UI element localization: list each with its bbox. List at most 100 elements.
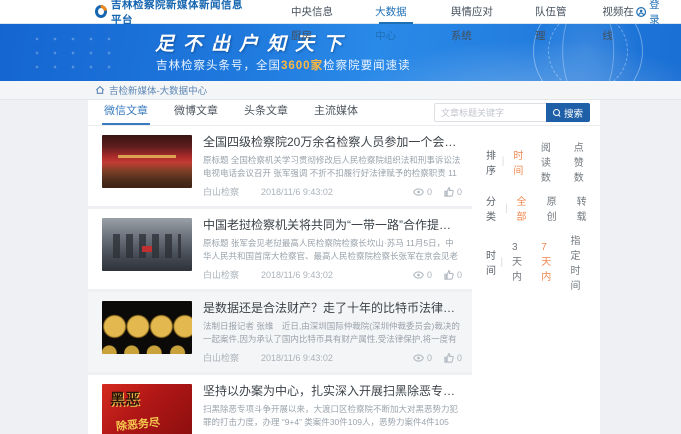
article-source: 白山检察 [203,268,239,281]
article-date: 2018/11/6 9:43:02 [261,187,333,197]
banner-subtitle-suffix: 检察院要闻速读 [323,60,411,72]
content-panel: 微信文章 微博文章 头条文章 主流媒体 搜索 全国四级检察院20万余名检察 [88,100,600,434]
filter-sort-time[interactable]: 时间 [513,147,524,177]
article-excerpt: 法制日报记者 张维 近日,由深圳国际仲裁院(深圳仲裁委员会)裁决的一起案件,因为… [203,320,462,346]
filter-category: 分类 | 全部 原创 转载 [486,193,607,223]
eye-icon [413,188,424,196]
logo[interactable]: 吉林检察院新媒体新闻信息平台 [95,0,243,27]
article-main: 坚持以办案为中心，扎实深入开展扫黑除恶专项斗争 扫黑除恶专项斗争开展以来，大渡口… [203,384,462,434]
article-list: 全国四级检察院20万余名检察人员参加一个会，就为共同做好这件大事儿！ 原标题 全… [88,126,472,434]
nav-item-opinion-response[interactable]: 舆情应对系统 [451,0,501,24]
login-button[interactable]: 登录 [636,0,667,27]
likes-count: 0 [457,187,462,197]
filter-panel: 排序 | 时间 阅读数 点赞数 分类 | 全部 原创 转载 时间 | 3天内 [472,126,607,434]
banner-subtitle: 吉林检察头条号，全国3600家检察院要闻速读 [156,57,411,73]
search-input[interactable] [434,103,546,122]
article-source: 白山检察 [203,351,239,364]
article-row[interactable]: 是数据还是合法财产？走了十年的比特币法律属性亟待明确 法制日报记者 张维 近日,… [88,292,472,375]
article-meta: 白山检察 2018/11/6 9:43:02 0 [203,268,462,281]
filter-divider: | [500,257,503,268]
breadcrumb-label: 吉检新媒体-大数据中心 [109,83,207,97]
filter-label: 分类 [486,193,503,223]
article-meta: 白山检察 2018/11/6 9:43:02 0 [203,351,462,364]
banner-subtitle-highlight: 3600家 [281,60,323,72]
top-navbar: 吉林检察院新媒体新闻信息平台 中央信息厨房 大数据中心 舆情应对系统 队伍管理 … [0,0,681,24]
tab-weibo-articles[interactable]: 微博文章 [172,102,220,125]
article-meta: 白山检察 2018/11/6 9:43:02 0 [203,185,462,198]
article-thumbnail [102,301,192,354]
nav-item-big-data-center[interactable]: 大数据中心 [375,0,417,24]
breadcrumb: 吉检新媒体-大数据中心 [0,81,681,100]
views-count: 0 [427,187,432,197]
article-source: 白山检察 [203,185,239,198]
article-title[interactable]: 是数据还是合法财产？走了十年的比特币法律属性亟待明确 [203,301,462,316]
likes-stat[interactable]: 0 [444,270,462,280]
home-icon [95,85,105,95]
filter-time-custom[interactable]: 指定时间 [570,232,589,292]
article-row[interactable]: 全国四级检察院20万余名检察人员参加一个会，就为共同做好这件大事儿！ 原标题 全… [88,126,472,209]
article-title[interactable]: 全国四级检察院20万余名检察人员参加一个会，就为共同做好这件大事儿！ [203,135,462,150]
filter-sort-reads[interactable]: 阅读数 [541,139,557,184]
filter-divider: | [502,156,505,167]
filter-divider: | [505,203,508,214]
article-date: 2018/11/6 9:43:02 [261,270,333,280]
filter-category-all[interactable]: 全部 [517,193,530,223]
article-thumbnail [102,218,192,271]
eye-icon [413,354,424,362]
article-stats: 0 0 [413,353,462,363]
thumbs-up-icon [444,187,454,197]
views-count: 0 [427,270,432,280]
views-stat: 0 [413,353,432,363]
tabs-bar: 微信文章 微博文章 头条文章 主流媒体 搜索 [88,100,600,126]
filter-label: 时间 [486,247,498,277]
article-title[interactable]: 中国老挝检察机关将共同为“一带一路”合作提供法治服务 [203,218,462,233]
thumbs-up-icon [444,270,454,280]
eye-icon [413,271,424,279]
article-main: 全国四级检察院20万余名检察人员参加一个会，就为共同做好这件大事儿！ 原标题 全… [203,135,462,198]
views-count: 0 [427,353,432,363]
search-icon [553,109,561,117]
tabs: 微信文章 微博文章 头条文章 主流媒体 [102,102,360,125]
article-thumbnail [102,384,192,434]
article-thumbnail [102,135,192,188]
article-row[interactable]: 坚持以办案为中心，扎实深入开展扫黑除恶专项斗争 扫黑除恶专项斗争开展以来，大渡口… [88,375,472,434]
login-label: 登录 [649,0,667,27]
search-button[interactable]: 搜索 [546,103,590,122]
content-body: 全国四级检察院20万余名检察人员参加一个会，就为共同做好这件大事儿！ 原标题 全… [88,126,600,434]
filter-sort-likes[interactable]: 点赞数 [574,139,590,184]
nav-item-central-kitchen[interactable]: 中央信息厨房 [291,0,341,24]
likes-count: 0 [457,270,462,280]
likes-count: 0 [457,353,462,363]
banner-headline: 足不出户知天下 [155,29,351,56]
article-excerpt: 原标题 张军会见老挝最高人民检察院检察长坎山·苏马 11月5日，中华人民共和国首… [203,237,462,263]
filter-time-7days[interactable]: 7天内 [541,242,553,283]
thumbs-up-icon [444,353,454,363]
article-main: 中国老挝检察机关将共同为“一带一路”合作提供法治服务 原标题 张军会见老挝最高人… [203,218,462,281]
hero-banner: 足不出户知天下 吉林检察头条号，全国3600家检察院要闻速读 [0,24,681,81]
filter-category-original[interactable]: 原创 [547,193,560,223]
views-stat: 0 [413,187,432,197]
views-stat: 0 [413,270,432,280]
tab-wechat-articles[interactable]: 微信文章 [102,102,150,125]
filter-time-3days[interactable]: 3天内 [512,242,524,283]
article-excerpt: 原标题 全国检察机关学习贯彻修改后人民检察院组织法和刑事诉讼法电视电话会议召开 … [203,154,462,180]
tab-toutiao-articles[interactable]: 头条文章 [242,102,290,125]
banner-graphic [28,32,118,76]
nav-item-video-online[interactable]: 视频在线 [602,0,635,24]
filter-category-repost[interactable]: 转载 [577,193,590,223]
likes-stat[interactable]: 0 [444,353,462,363]
article-stats: 0 0 [413,187,462,197]
article-main: 是数据还是合法财产？走了十年的比特币法律属性亟待明确 法制日报记者 张维 近日,… [203,301,462,364]
likes-stat[interactable]: 0 [444,187,462,197]
search-button-label: 搜索 [564,106,583,120]
article-title[interactable]: 坚持以办案为中心，扎实深入开展扫黑除恶专项斗争 [203,384,462,399]
search-box: 搜索 [434,103,590,122]
filter-time: 时间 | 3天内 7天内 指定时间 [486,232,607,292]
filter-label: 排序 [486,147,500,177]
article-date: 2018/11/6 9:43:02 [261,353,333,363]
nav-item-team-management[interactable]: 队伍管理 [535,0,568,24]
article-row[interactable]: 中国老挝检察机关将共同为“一带一路”合作提供法治服务 原标题 张军会见老挝最高人… [88,209,472,292]
tab-mainstream-media[interactable]: 主流媒体 [312,102,360,125]
page: 吉林检察院新媒体新闻信息平台 中央信息厨房 大数据中心 舆情应对系统 队伍管理 … [0,0,681,434]
filter-sort: 排序 | 时间 阅读数 点赞数 [486,139,607,184]
